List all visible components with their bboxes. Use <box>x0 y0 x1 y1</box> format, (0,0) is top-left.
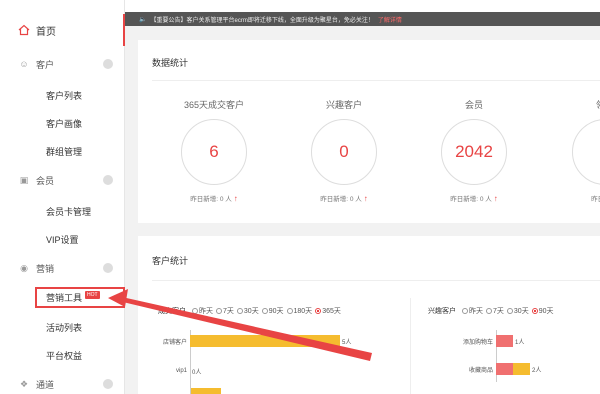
annotation-arrow <box>108 289 372 361</box>
